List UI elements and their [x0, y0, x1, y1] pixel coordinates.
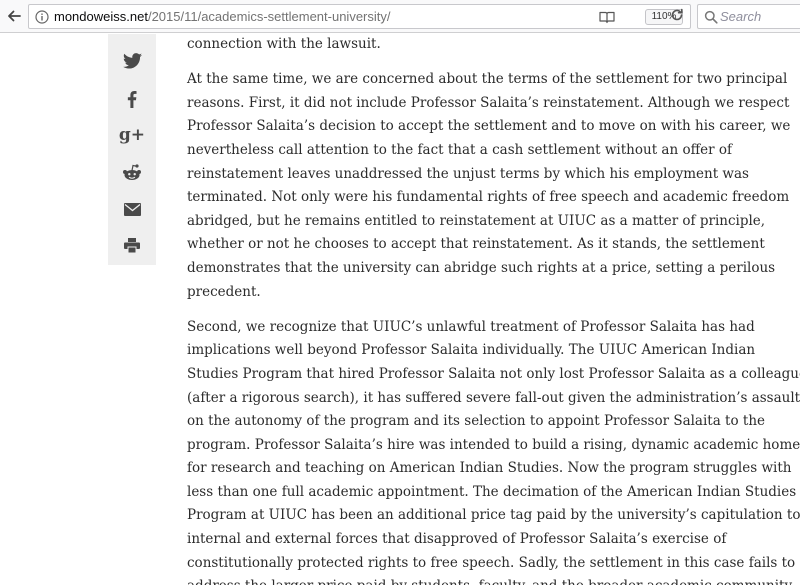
text-line: Studies Program that hired Professor Sal…	[187, 365, 800, 382]
text-line: nevertheless call attention to the fact …	[187, 141, 733, 158]
url-host: mondoweiss.net	[54, 9, 148, 24]
back-arrow-icon	[8, 10, 21, 22]
text-line: demonstrates that the university can abr…	[187, 259, 776, 276]
article-body: connection with the lawsuit. At the same…	[187, 33, 800, 585]
text-line: reasons. First, it did not include Profe…	[187, 94, 790, 111]
info-icon[interactable]	[35, 10, 49, 24]
article-paragraph: Second, we recognize that UIUC’s unlawfu…	[187, 316, 800, 585]
reload-button[interactable]	[669, 7, 685, 23]
facebook-icon	[127, 90, 137, 108]
url-bar[interactable]: mondoweiss.net/2015/11/academics-settlem…	[28, 4, 691, 29]
text-line: address the larger price paid by student…	[187, 575, 792, 585]
print-icon	[124, 237, 140, 253]
search-bar[interactable]	[697, 4, 800, 29]
reader-view-icon[interactable]	[599, 10, 615, 24]
share-google-plus-button[interactable]: g+	[108, 120, 156, 150]
text-line: precedent.	[187, 283, 261, 300]
text-line: whether or not he chooses to accept that…	[187, 236, 765, 253]
share-email-button[interactable]	[108, 194, 156, 224]
browser-toolbar: mondoweiss.net/2015/11/academics-settlem…	[0, 0, 800, 33]
reddit-icon	[123, 163, 141, 180]
text-line: constitutionally protected rights to fre…	[187, 554, 796, 571]
search-input[interactable]	[720, 8, 798, 25]
article-paragraph: At the same time, we are concerned about…	[187, 68, 791, 304]
share-twitter-button[interactable]	[108, 46, 156, 76]
share-print-button[interactable]	[108, 230, 156, 260]
reload-icon	[671, 8, 683, 21]
share-facebook-button[interactable]	[108, 84, 156, 114]
text-line: (after a rigorous search), it has suffer…	[187, 389, 800, 406]
text-line: Professor Salaita’s decision to accept t…	[187, 118, 791, 135]
search-icon	[704, 10, 718, 24]
twitter-icon	[122, 53, 142, 69]
back-button[interactable]	[4, 6, 24, 26]
text-line: reinstatement leaves unaddressed the unj…	[187, 165, 749, 182]
text-line: Program at UIUC has been an additional p…	[187, 507, 800, 524]
text-line: connection with the lawsuit.	[187, 36, 381, 52]
text-line: less than one full academic appointment.…	[187, 483, 797, 500]
url-path: /2015/11/academics-settlement-university…	[147, 9, 391, 24]
share-reddit-button[interactable]	[108, 157, 156, 187]
email-icon	[123, 202, 141, 216]
text-line: At the same time, we are concerned about…	[187, 71, 788, 88]
article-paragraph: connection with the lawsuit.	[187, 33, 727, 57]
url-text[interactable]: mondoweiss.net/2015/11/academics-settlem…	[54, 9, 391, 25]
share-sidebar: g+	[108, 34, 156, 265]
text-line: terminated. Not only were his fundamenta…	[187, 189, 790, 206]
text-line: abridged, but he remains entitled to rei…	[187, 212, 766, 229]
text-line: implications well beyond Professor Salai…	[187, 342, 756, 359]
text-line: Second, we recognize that UIUC’s unlawfu…	[187, 318, 755, 335]
text-line: internal and external forces that disapp…	[187, 531, 727, 548]
text-line: on the autonomy of the program and its s…	[187, 413, 766, 430]
text-line: for research and teaching on American In…	[187, 460, 792, 477]
text-line: program. Professor Salaita’s hire was in…	[187, 436, 800, 453]
google-plus-icon: g+	[118, 125, 146, 145]
